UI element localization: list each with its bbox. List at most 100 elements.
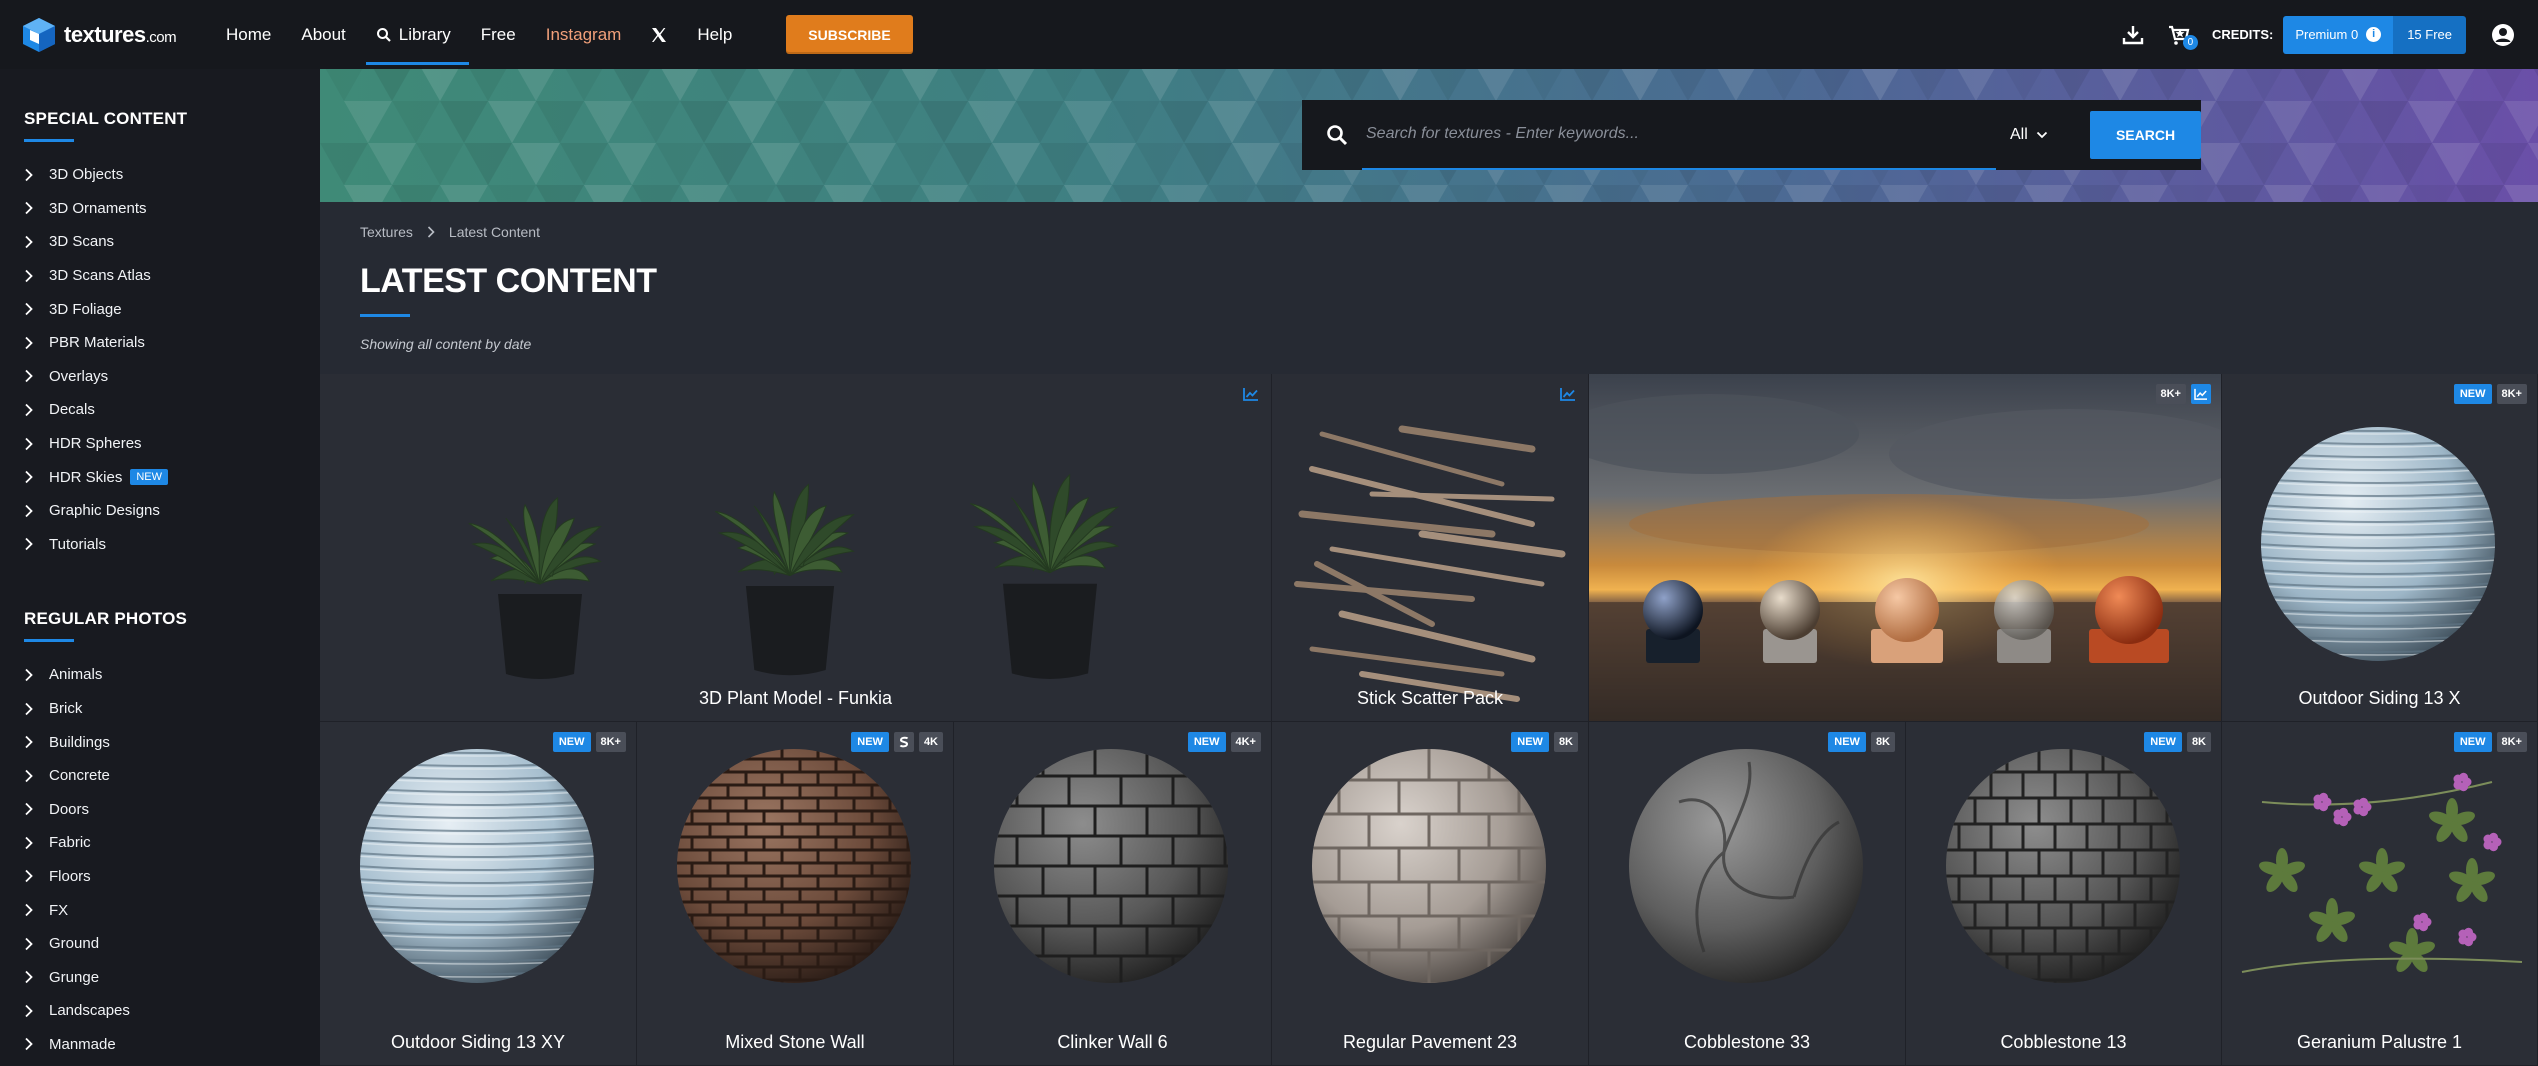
- sidebar-item-doors[interactable]: Doors: [24, 793, 320, 827]
- trending-icon: [1241, 384, 1261, 404]
- sidebar-item-fx[interactable]: FX: [24, 893, 320, 927]
- sidebar-item-label: 3D Scans: [49, 233, 115, 251]
- sidebar-item-label: Buildings: [49, 733, 110, 751]
- sidebar-item-decals[interactable]: Decals: [24, 393, 320, 427]
- new-badge: NEW: [552, 732, 591, 752]
- subscribe-button[interactable]: SUBSCRIBE: [786, 15, 913, 54]
- info-icon[interactable]: i: [2366, 27, 2382, 42]
- chevron-right-icon: [25, 702, 33, 715]
- sidebar-item-label: Ground: [49, 935, 100, 953]
- main-nav: Home About Library Free Instagram Help S…: [226, 0, 913, 69]
- trending-icon: [1558, 384, 1578, 404]
- search-icon: [376, 27, 391, 42]
- cobblestone-sphere-thumbnail: [1629, 749, 1863, 983]
- sidebar-item-label: Manmade: [49, 1035, 116, 1053]
- page-subtitle: Showing all content by date: [360, 336, 532, 352]
- content-tile[interactable]: NEW 4K+ Clinker Wall 6: [954, 722, 1272, 1066]
- content-tile[interactable]: Stick Scatter Pack: [1272, 374, 1589, 722]
- search-category-select[interactable]: All: [2010, 126, 2070, 144]
- sidebar-item-label: Brick: [49, 700, 83, 718]
- search-button[interactable]: SEARCH: [2090, 111, 2201, 159]
- resolution-badge: 8K+: [595, 732, 626, 752]
- chevron-right-icon: [25, 769, 33, 782]
- sidebar-item-hdr-spheres[interactable]: HDR Spheres: [24, 427, 320, 461]
- sidebar-item-label: Landscapes: [49, 1002, 130, 1020]
- sidebar-item-tutorials[interactable]: Tutorials: [24, 528, 320, 562]
- sidebar-item-3d-scans[interactable]: 3D Scans: [24, 225, 320, 259]
- sidebar-item-ground[interactable]: Ground: [24, 927, 320, 961]
- nav-help[interactable]: Help: [697, 0, 732, 69]
- x-logo-icon: [652, 27, 667, 42]
- content-tile[interactable]: 8K+: [1589, 374, 2222, 722]
- chevron-right-icon: [25, 235, 33, 249]
- chevron-right-icon: [25, 735, 33, 749]
- content-tile[interactable]: NEW 8K+ Outdoor Siding 13 X: [2222, 374, 2538, 722]
- user-account-icon[interactable]: [2490, 22, 2516, 48]
- content-tile[interactable]: NEW 8K Cobblestone 33: [1589, 722, 1906, 1066]
- tile-label: 3D Plant Model - Funkia: [698, 688, 893, 708]
- search-panel: All SEARCH: [1302, 100, 2201, 170]
- sidebar-item-buildings[interactable]: Buildings: [24, 725, 320, 759]
- sidebar-item-fabric[interactable]: Fabric: [24, 826, 320, 860]
- chevron-right-icon: [25, 836, 33, 850]
- sidebar-item-landscapes[interactable]: Landscapes: [24, 994, 320, 1028]
- nav-home[interactable]: Home: [226, 0, 271, 69]
- nav-x[interactable]: [651, 0, 667, 69]
- chevron-right-icon: [25, 471, 33, 484]
- sidebar-item-label: Floors: [49, 867, 91, 885]
- free-credits[interactable]: 15 Free: [2393, 15, 2466, 54]
- site-logo[interactable]: textures.com: [22, 17, 192, 53]
- sidebar-item-overlays[interactable]: Overlays: [24, 360, 320, 394]
- sidebar-item-label: 3D Ornaments: [49, 199, 147, 217]
- sidebar-item-grunge[interactable]: Grunge: [24, 960, 320, 994]
- tile-badges: NEW 4K: [851, 732, 943, 752]
- sidebar-item-brick[interactable]: Brick: [24, 692, 320, 726]
- cobblestone-sphere-thumbnail: [1946, 749, 2180, 983]
- hdr-sky-thumbnail: [1589, 374, 2221, 721]
- breadcrumb-textures[interactable]: Textures: [360, 224, 413, 240]
- tile-label: Geranium Palustre 1: [2296, 1032, 2463, 1052]
- content-tile[interactable]: NEW 4K Mixed Stone Wall: [637, 722, 954, 1066]
- plant-model-thumbnail: [468, 473, 1120, 679]
- sidebar-item-label: Fabric: [49, 834, 91, 852]
- sidebar-item-3d-objects[interactable]: 3D Objects: [24, 158, 320, 192]
- sidebar-item-label: HDR Spheres: [49, 435, 142, 453]
- search-input[interactable]: [1362, 100, 1996, 170]
- premium-credits[interactable]: Premium 0 i: [2283, 15, 2394, 54]
- nav-free[interactable]: Free: [481, 0, 516, 69]
- cart-button[interactable]: 0: [2166, 22, 2198, 50]
- sidebar-item-hdr-skies[interactable]: HDR Skies NEW: [24, 460, 320, 494]
- nav-instagram[interactable]: Instagram: [546, 0, 622, 69]
- heading-underline: [24, 139, 74, 142]
- sidebar-item-3d-scans-atlas[interactable]: 3D Scans Atlas: [24, 259, 320, 293]
- sidebar-item-label: 3D Foliage: [49, 300, 122, 318]
- resolution-badge: 8K+: [2496, 384, 2527, 404]
- sidebar-item-floors[interactable]: Floors: [24, 860, 320, 894]
- sidebar-item-3d-foliage[interactable]: 3D Foliage: [24, 292, 320, 326]
- sidebar-item-3d-ornaments[interactable]: 3D Ornaments: [24, 192, 320, 226]
- nav-library[interactable]: Library: [365, 0, 469, 69]
- new-badge: NEW: [2144, 732, 2182, 752]
- sidebar-item-animals[interactable]: Animals: [24, 658, 320, 692]
- download-icon[interactable]: [2120, 22, 2146, 48]
- nav-about[interactable]: About: [301, 0, 345, 69]
- sidebar-item-graphic-designs[interactable]: Graphic Designs: [24, 494, 320, 528]
- content-tile[interactable]: NEW 8K Regular Pavement 23: [1272, 722, 1589, 1066]
- substance-icon: [893, 732, 914, 752]
- resolution-badge: 4K: [918, 732, 943, 752]
- content-tile[interactable]: 3D Plant Model - Funkia: [320, 374, 1272, 722]
- credits-box[interactable]: Premium 0 i 15 Free: [2283, 15, 2466, 54]
- content-tile[interactable]: NEW 8K Cobblestone 13: [1906, 722, 2222, 1066]
- nav-help-label: Help: [697, 24, 733, 44]
- chevron-right-icon: [25, 504, 33, 517]
- tile-badges: NEW 8K: [1828, 732, 1895, 752]
- sidebar-item-manmade[interactable]: Manmade: [24, 1028, 320, 1062]
- sidebar-item-concrete[interactable]: Concrete: [24, 759, 320, 793]
- content-tile[interactable]: NEW 8K+ Outdoor Siding 13 XY: [320, 722, 637, 1066]
- heading-underline: [24, 639, 74, 643]
- sidebar-item-label: 3D Scans Atlas: [49, 267, 151, 285]
- sidebar-item-pbr-materials[interactable]: PBR Materials: [24, 326, 320, 360]
- tile-badges: NEW 8K: [1511, 732, 1578, 752]
- trending-icon: [2191, 384, 2211, 404]
- content-tile[interactable]: NEW 8K+ Geranium Palustre 1: [2222, 722, 2538, 1066]
